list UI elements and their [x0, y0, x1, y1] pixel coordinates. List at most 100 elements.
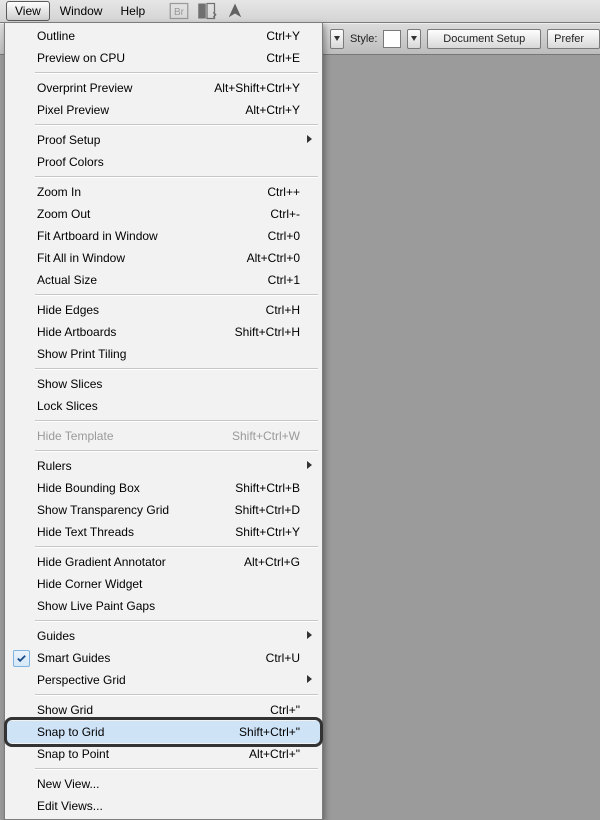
menu-separator — [35, 546, 318, 548]
menu-pixel-label: Pixel Preview — [37, 103, 245, 117]
menu-snap-to-point-shortcut: Alt+Ctrl+" — [249, 747, 300, 761]
menu-new-view[interactable]: New View... — [7, 773, 320, 795]
menu-perspective-grid-label: Perspective Grid — [37, 673, 300, 687]
menu-show-slices-label: Show Slices — [37, 377, 300, 391]
gpu-rocket-icon[interactable] — [225, 3, 245, 19]
menu-separator — [35, 72, 318, 74]
menu-help-label: Help — [120, 4, 145, 18]
menu-zoom-out[interactable]: Zoom OutCtrl+- — [7, 203, 320, 225]
menu-pixel-preview[interactable]: Pixel PreviewAlt+Ctrl+Y — [7, 99, 320, 121]
menubar: View Window Help Br — [0, 0, 600, 23]
menu-hide-edges-shortcut: Ctrl+H — [266, 303, 300, 317]
menu-show-live-paint-gaps[interactable]: Show Live Paint Gaps — [7, 595, 320, 617]
menu-hide-gradient-annotator[interactable]: Hide Gradient AnnotatorAlt+Ctrl+G — [7, 551, 320, 573]
menu-window[interactable]: Window — [52, 0, 111, 22]
menu-show-lpg-label: Show Live Paint Gaps — [37, 599, 300, 613]
menu-separator — [35, 768, 318, 770]
menu-actual-size-shortcut: Ctrl+1 — [268, 273, 300, 287]
menu-new-view-label: New View... — [37, 777, 300, 791]
menu-pixel-shortcut: Alt+Ctrl+Y — [245, 103, 300, 117]
menu-hide-artboards-label: Hide Artboards — [37, 325, 235, 339]
menu-outline-shortcut: Ctrl+Y — [266, 29, 300, 43]
preferences-label: Prefer — [554, 33, 584, 45]
style-swatch[interactable] — [383, 30, 401, 48]
menu-preview-cpu-shortcut: Ctrl+E — [266, 51, 300, 65]
menu-show-grid-label: Show Grid — [37, 703, 270, 717]
menu-show-transparency-grid[interactable]: Show Transparency GridShift+Ctrl+D — [7, 499, 320, 521]
menu-snap-to-point-label: Snap to Point — [37, 747, 249, 761]
menu-fit-all[interactable]: Fit All in WindowAlt+Ctrl+0 — [7, 247, 320, 269]
menu-help[interactable]: Help — [112, 0, 153, 22]
menu-fit-all-label: Fit All in Window — [37, 251, 247, 265]
menu-hide-edges[interactable]: Hide EdgesCtrl+H — [7, 299, 320, 321]
bridge-icon[interactable]: Br — [169, 3, 189, 19]
menu-hide-text-threads[interactable]: Hide Text ThreadsShift+Ctrl+Y — [7, 521, 320, 543]
menu-hide-template-label: Hide Template — [37, 429, 232, 443]
menu-separator — [35, 694, 318, 696]
menu-proof-setup[interactable]: Proof Setup — [7, 129, 320, 151]
menu-preview-cpu-label: Preview on CPU — [37, 51, 266, 65]
menu-proof-colors-label: Proof Colors — [37, 155, 300, 169]
menu-separator — [35, 368, 318, 370]
menu-hide-ga-label: Hide Gradient Annotator — [37, 555, 244, 569]
menu-view[interactable]: View — [6, 1, 50, 21]
document-setup-button[interactable]: Document Setup — [427, 29, 541, 49]
menu-show-print-tiling-label: Show Print Tiling — [37, 347, 300, 361]
menu-hide-artboards-shortcut: Shift+Ctrl+H — [235, 325, 300, 339]
style-dropdown-button[interactable] — [407, 29, 421, 49]
checkmark-icon — [13, 650, 30, 667]
menu-hide-tt-shortcut: Shift+Ctrl+Y — [235, 525, 300, 539]
menu-lock-slices[interactable]: Lock Slices — [7, 395, 320, 417]
view-menu-dropdown: OutlineCtrl+Y Preview on CPUCtrl+E Overp… — [4, 22, 323, 820]
menu-zoom-in-label: Zoom In — [37, 185, 267, 199]
submenu-arrow-icon — [307, 675, 312, 683]
menu-perspective-grid[interactable]: Perspective Grid — [7, 669, 320, 691]
menu-zoom-in-shortcut: Ctrl++ — [267, 185, 300, 199]
submenu-arrow-icon — [307, 135, 312, 143]
menu-fit-artboard-shortcut: Ctrl+0 — [268, 229, 300, 243]
menu-show-print-tiling[interactable]: Show Print Tiling — [7, 343, 320, 365]
menu-fit-artboard[interactable]: Fit Artboard in WindowCtrl+0 — [7, 225, 320, 247]
menu-hide-template-shortcut: Shift+Ctrl+W — [232, 429, 300, 443]
menu-show-tg-shortcut: Shift+Ctrl+D — [235, 503, 300, 517]
menu-rulers-label: Rulers — [37, 459, 300, 473]
menu-hide-artboards[interactable]: Hide ArtboardsShift+Ctrl+H — [7, 321, 320, 343]
menu-snap-to-grid[interactable]: Snap to GridShift+Ctrl+" — [7, 721, 320, 743]
menu-show-grid-shortcut: Ctrl+" — [270, 703, 300, 717]
menu-actual-size-label: Actual Size — [37, 273, 268, 287]
menu-outline[interactable]: OutlineCtrl+Y — [7, 25, 320, 47]
menu-show-slices[interactable]: Show Slices — [7, 373, 320, 395]
menu-hide-ga-shortcut: Alt+Ctrl+G — [244, 555, 300, 569]
menu-edit-views[interactable]: Edit Views... — [7, 795, 320, 817]
menu-hide-corner-widget[interactable]: Hide Corner Widget — [7, 573, 320, 595]
menu-zoom-out-label: Zoom Out — [37, 207, 270, 221]
menu-proof-setup-label: Proof Setup — [37, 133, 300, 147]
menu-overprint-label: Overprint Preview — [37, 81, 214, 95]
menu-actual-size[interactable]: Actual SizeCtrl+1 — [7, 269, 320, 291]
menu-show-grid[interactable]: Show GridCtrl+" — [7, 699, 320, 721]
menu-snap-to-point[interactable]: Snap to PointAlt+Ctrl+" — [7, 743, 320, 765]
arrange-documents-icon[interactable] — [197, 3, 217, 19]
menu-smart-guides[interactable]: Smart GuidesCtrl+U — [7, 647, 320, 669]
menu-hide-bounding-box[interactable]: Hide Bounding BoxShift+Ctrl+B — [7, 477, 320, 499]
menu-zoom-in[interactable]: Zoom InCtrl++ — [7, 181, 320, 203]
menu-show-tg-label: Show Transparency Grid — [37, 503, 235, 517]
menu-preview-cpu[interactable]: Preview on CPUCtrl+E — [7, 47, 320, 69]
menu-separator — [35, 124, 318, 126]
menu-guides[interactable]: Guides — [7, 625, 320, 647]
menu-proof-colors[interactable]: Proof Colors — [7, 151, 320, 173]
preferences-button[interactable]: Prefer — [547, 29, 600, 49]
toolbar-dropdown-button[interactable] — [330, 29, 344, 49]
menu-outline-label: Outline — [37, 29, 266, 43]
menu-rulers[interactable]: Rulers — [7, 455, 320, 477]
menu-overprint-shortcut: Alt+Shift+Ctrl+Y — [214, 81, 300, 95]
submenu-arrow-icon — [307, 631, 312, 639]
menu-window-label: Window — [60, 4, 103, 18]
menu-separator — [35, 620, 318, 622]
menu-hide-cw-label: Hide Corner Widget — [37, 577, 300, 591]
menu-edit-views-label: Edit Views... — [37, 799, 300, 813]
menu-separator — [35, 176, 318, 178]
menu-overprint-preview[interactable]: Overprint PreviewAlt+Shift+Ctrl+Y — [7, 77, 320, 99]
menu-separator — [35, 294, 318, 296]
document-setup-label: Document Setup — [443, 33, 525, 45]
